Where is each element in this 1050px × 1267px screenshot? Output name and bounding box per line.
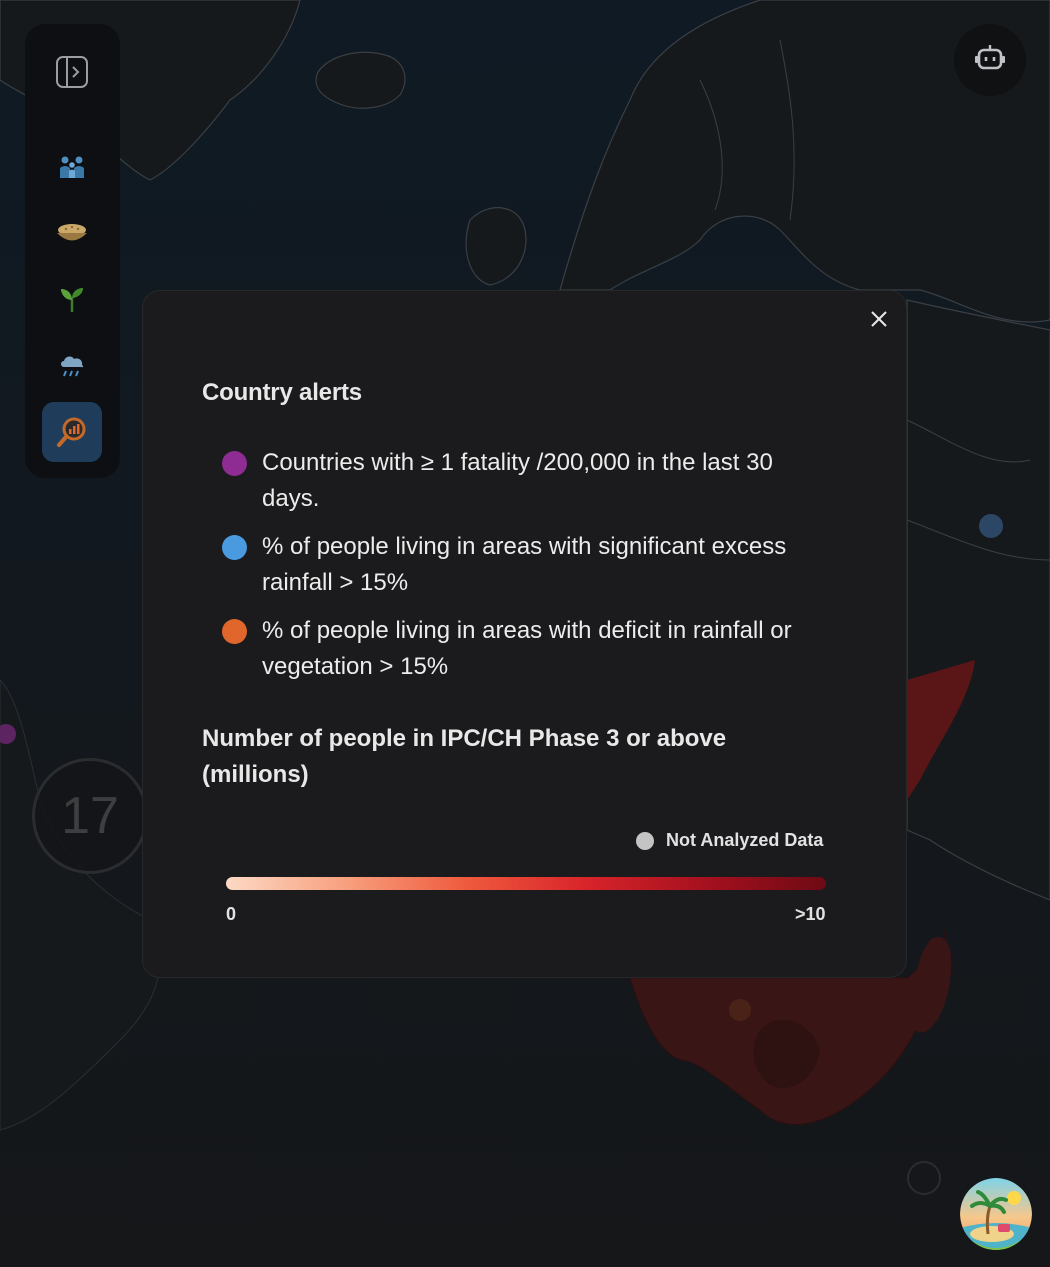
sidebar-item-agriculture[interactable] <box>42 269 102 329</box>
panel-toggle-icon <box>55 55 89 89</box>
alert-dot-excess-rainfall <box>222 535 247 560</box>
people-icon <box>57 152 87 182</box>
alert-dot-fatalities <box>222 451 247 476</box>
analysis-magnifier-icon <box>55 415 89 449</box>
sidebar <box>25 24 120 478</box>
food-bowl-icon <box>55 218 89 248</box>
alert-text-excess-rainfall: % of people living in areas with signifi… <box>262 533 787 596</box>
alert-text-deficit-rainfall: % of people living in areas with deficit… <box>262 617 792 680</box>
sidebar-item-climate[interactable] <box>42 335 102 395</box>
panel-toggle-button[interactable] <box>42 42 102 102</box>
sprout-icon <box>57 284 87 314</box>
cluster-count: 17 <box>61 787 119 845</box>
sidebar-item-analysis[interactable] <box>42 402 102 462</box>
user-avatar-button[interactable] <box>960 1178 1032 1250</box>
not-analyzed-legend: Not Analyzed Data <box>636 830 823 851</box>
ipc-gradient-scale <box>226 877 826 890</box>
close-icon <box>870 310 888 333</box>
robot-icon <box>973 41 1007 80</box>
scale-max-label: >10 <box>795 904 826 924</box>
tropical-island-avatar-icon <box>960 1178 1032 1250</box>
close-button[interactable] <box>865 307 893 335</box>
legend-modal: Country alerts Countries with ≥ 1 fatali… <box>142 290 907 978</box>
ipc-legend-title: Number of people in IPC/CH Phase 3 or ab… <box>202 725 727 788</box>
sidebar-item-food[interactable] <box>42 203 102 263</box>
alert-item-deficit-rainfall: % of people living in areas with deficit… <box>222 613 822 685</box>
alert-text-fatalities: Countries with ≥ 1 fatality /200,000 in … <box>262 449 773 512</box>
alert-dot-deficit-rainfall <box>222 619 247 644</box>
alert-item-excess-rainfall: % of people living in areas with signifi… <box>222 529 822 601</box>
rain-cloud-icon <box>57 350 87 380</box>
sidebar-item-population[interactable] <box>42 137 102 197</box>
cluster-marker[interactable]: 17 <box>32 758 148 874</box>
not-analyzed-dot <box>636 831 654 850</box>
scale-min-label: 0 <box>226 904 237 924</box>
assistant-button[interactable] <box>954 24 1026 96</box>
alert-item-fatalities: Countries with ≥ 1 fatality /200,000 in … <box>222 445 822 517</box>
alert-legend-list: Countries with ≥ 1 fatality /200,000 in … <box>222 445 822 697</box>
country-alerts-title: Country alerts <box>202 379 362 406</box>
not-analyzed-label: Not Analyzed Data <box>666 830 824 850</box>
